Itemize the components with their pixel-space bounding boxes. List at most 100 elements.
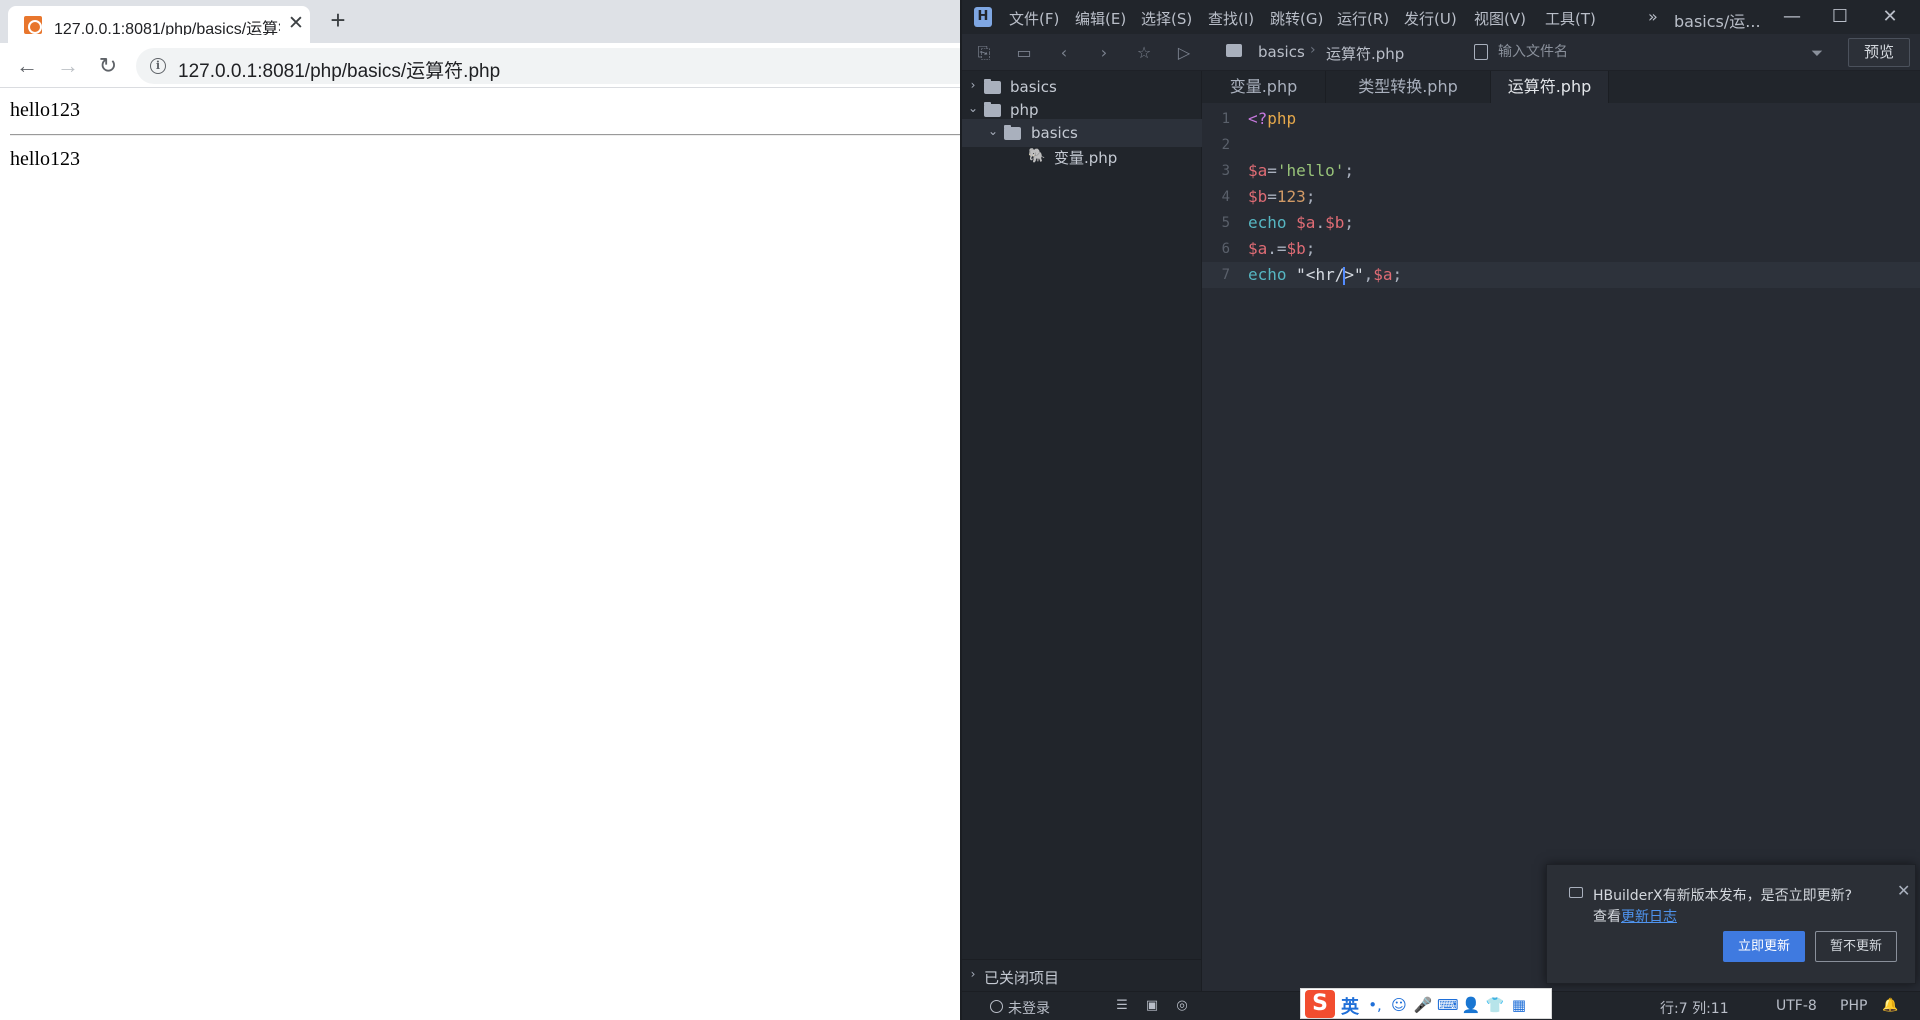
file-encoding[interactable]: UTF-8 [1776,998,1817,1014]
filter-icon[interactable]: ⏷ [1808,44,1826,62]
close-tab-icon[interactable]: ✕ [286,14,306,34]
toolbox-grid-icon[interactable]: ▦ [1509,995,1529,1015]
closed-projects[interactable]: › 已关闭项目 [962,959,1202,991]
menu-run[interactable]: 运行(R) [1337,8,1389,29]
code-text[interactable]: $a.=$b; [1248,236,1315,262]
editor-tabs: 变量.php 类型转换.php 运算符.php [1202,71,1920,103]
code-text[interactable]: echo "<hr/>",$a; [1248,262,1402,288]
run-icon[interactable]: ▷ [1174,43,1194,63]
account-icon[interactable]: 👤 [1461,995,1481,1015]
code-line[interactable]: 3 $a='hello'; [1202,158,1920,184]
update-later-button[interactable]: 暂不更新 [1815,931,1897,962]
login-status[interactable]: 未登录 [1008,998,1050,1018]
punctuation-icon[interactable]: •, [1365,995,1385,1015]
output-text: hello123 [10,148,80,170]
menu-select[interactable]: 选择(S) [1141,8,1192,29]
code-token: >" [1344,265,1364,284]
cursor-position[interactable]: 行:7 列:11 [1660,998,1729,1018]
tab-type-conversion[interactable]: 类型转换.php [1326,71,1491,103]
forward-button[interactable]: → [54,52,82,80]
window-title: basics/运... [1674,12,1761,31]
emoji-icon[interactable]: ☺ [1389,995,1409,1015]
line-number: 6 [1221,241,1230,257]
tree-item-label: 变量.php [1054,149,1118,167]
code-token: $a [1296,213,1316,232]
folder-open-icon [1004,125,1021,140]
keyboard-icon[interactable]: ⌨ [1437,995,1459,1015]
terminal-icon[interactable]: ▣ [1144,998,1160,1014]
tab-variables[interactable]: 变量.php [1202,71,1326,103]
save-icon[interactable]: ▭ [1014,43,1034,63]
hbuilderx-logo-icon: H [974,7,992,27]
browser-tab[interactable]: 127.0.0.1:8081/php/basics/运算符.php ✕ [8,6,310,43]
tab-operators[interactable]: 运算符.php [1491,71,1609,103]
back-button[interactable]: ← [13,52,41,80]
breadcrumb-separator: › [1310,42,1316,58]
site-info-icon[interactable]: i [150,58,166,74]
maximize-button[interactable]: ☐ [1822,3,1858,31]
preview-web-icon[interactable]: ◎ [1174,998,1190,1014]
code-line[interactable]: 4 $b=123; [1202,184,1920,210]
reload-button[interactable]: ↻ [94,52,122,80]
line-number: 3 [1221,163,1230,179]
tree-item-label: basics [1031,124,1078,142]
code-token: ; [1305,187,1316,206]
sogou-logo-icon[interactable]: S [1305,990,1335,1018]
code-text[interactable]: $b=123; [1248,184,1315,210]
outline-icon[interactable]: ☰ [1114,998,1130,1014]
file-search-icon [1474,44,1488,60]
browser-tab-title: 127.0.0.1:8081/php/basics/运算符.php [54,21,280,35]
chevron-right-icon[interactable]: › [966,78,980,92]
menu-file[interactable]: 文件(F) [1009,8,1059,29]
chevron-right-icon[interactable]: › [966,967,980,981]
update-now-button[interactable]: 立即更新 [1723,931,1805,962]
code-line[interactable]: 6 $a.=$b; [1202,236,1920,262]
menu-publish[interactable]: 发行(U) [1404,8,1457,29]
code-token: 123 [1276,187,1306,206]
address-url[interactable]: 127.0.0.1:8081/php/basics/运算符.php [178,56,500,83]
address-bar[interactable]: i 127.0.0.1:8081/php/basics/运算符.php [136,48,976,84]
code-text[interactable]: $a='hello'; [1248,158,1354,184]
chevron-down-icon[interactable]: ⌄ [966,101,980,115]
close-window-button[interactable]: ✕ [1872,3,1908,31]
chevron-down-icon[interactable]: ⌄ [986,124,1000,138]
new-file-icon[interactable]: ⎘ [974,43,994,63]
breadcrumb-folder[interactable]: basics [1258,43,1305,61]
menu-more-icon[interactable]: » [1648,7,1658,26]
code-token: $a [1248,239,1268,258]
code-editor[interactable]: 1 <?php 2 3 $a='hello'; 4 $b=123; 5 echo $a.$b; 6… [1202,103,1920,991]
menu-view[interactable]: 视图(V) [1474,8,1526,29]
ime-language-toggle[interactable]: 英 [1341,993,1359,1019]
breadcrumb-file[interactable]: 运算符.php [1326,43,1404,64]
menu-goto[interactable]: 跳转(G) [1270,8,1323,29]
changelog-link[interactable]: 更新日志 [1621,909,1677,925]
code-line[interactable]: 2 [1202,132,1920,158]
code-line[interactable]: 1 <?php [1202,106,1920,132]
back-icon[interactable]: ‹ [1054,43,1074,63]
code-line[interactable]: 5 echo $a.$b; [1202,210,1920,236]
close-notification-icon[interactable]: ✕ [1897,881,1910,900]
menu-edit[interactable]: 编辑(E) [1075,8,1126,29]
file-search-input[interactable] [1498,41,1758,63]
new-tab-button[interactable]: + [326,7,350,33]
star-icon[interactable]: ☆ [1134,43,1154,63]
output-text: hello123 [10,99,80,121]
forward-icon[interactable]: › [1094,43,1114,63]
preview-button[interactable]: 预览 [1848,38,1910,67]
code-text[interactable]: <?php [1248,106,1296,132]
code-line[interactable]: 7 echo "<hr/>",$a; [1202,262,1920,288]
notification-message: HBuilderX有新版本发布，是否立即更新? [1593,888,1853,904]
tree-item-file[interactable]: 🐘 变量.php [962,142,1202,170]
code-text[interactable]: echo $a.$b; [1248,210,1354,236]
language-mode[interactable]: PHP [1840,998,1867,1014]
menu-tools[interactable]: 工具(T) [1545,8,1596,29]
code-token: . [1315,213,1326,232]
bell-icon[interactable]: 🔔 [1882,998,1898,1014]
microphone-icon[interactable]: 🎤 [1413,995,1433,1015]
code-token: .= [1267,239,1287,258]
menu-find[interactable]: 查找(I) [1208,8,1254,29]
skin-icon[interactable]: 👕 [1485,995,1505,1015]
breadcrumb-folder-icon [1226,44,1242,57]
code-token: ; [1392,265,1403,284]
minimize-button[interactable]: — [1774,3,1810,31]
